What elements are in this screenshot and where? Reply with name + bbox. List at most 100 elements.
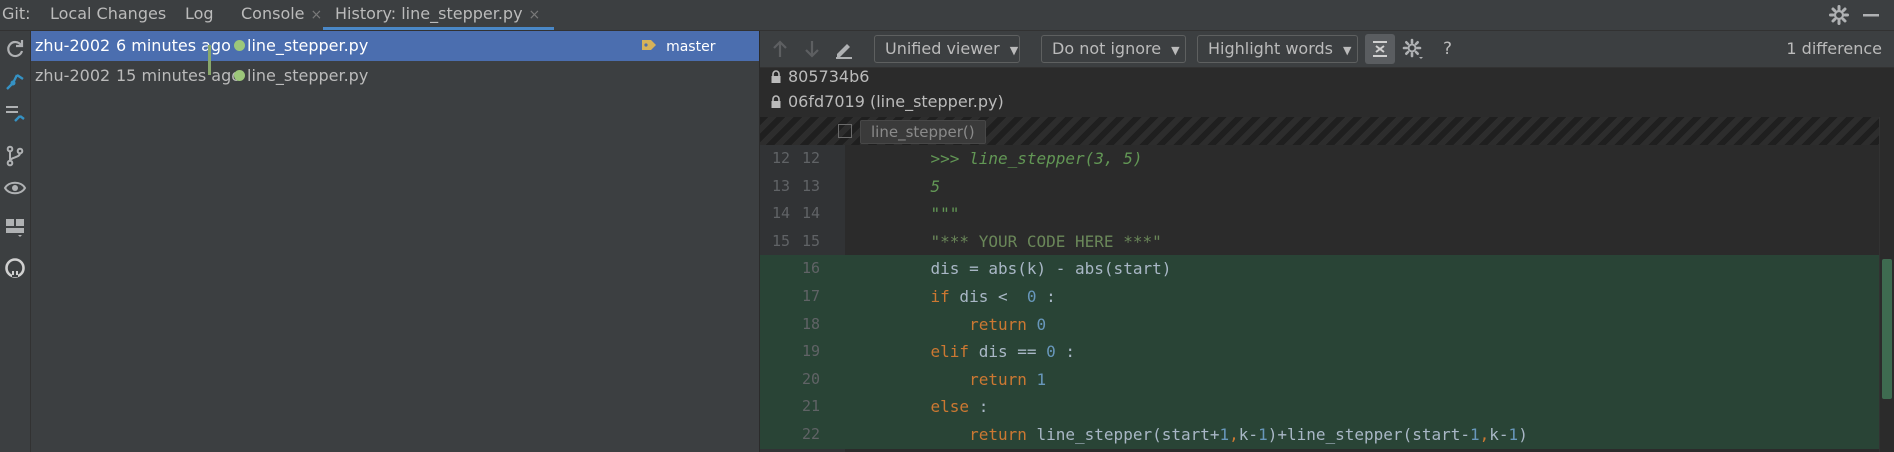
code-line[interactable]: 15 15 "*** YOUR CODE HERE ***" [760,228,1880,256]
code-line[interactable]: 19 elif dis == 0 : [760,338,1880,366]
code-line[interactable]: 12 12 >>> line_stepper(3, 5) [760,145,1880,173]
code-line[interactable]: 22 return line_stepper(start+1,k-1)+line… [760,420,1880,449]
commit-time: 6 minutes ago [116,36,231,55]
line-number-right: 15 [801,231,820,250]
code-token: , [1479,424,1490,444]
scrollbar-change-marker[interactable] [1882,259,1892,399]
minimize-icon[interactable] [1859,3,1883,27]
branch-icon[interactable] [3,144,27,168]
commit-list: zhu-2002 6 minutes ago line_stepper.py m… [31,31,760,452]
code-line[interactable]: 18 return 0 [760,310,1880,339]
code-line[interactable]: 16 dis = abs(k) - abs(start) [760,255,1880,283]
branch-tag: master [641,31,715,62]
commit-row[interactable]: zhu-2002 15 minutes ago line_stepper.py [31,61,759,91]
code-text: 5 [892,173,941,201]
code-editor[interactable]: 12 12 >>> line_stepper(3, 5) 13 13 5 14 14 ""… [760,145,1880,449]
dropdown-label: Do not ignore [1052,39,1162,58]
code-token: : [1055,342,1076,362]
code-token: k- [1238,424,1259,444]
code-token: 1 [1036,369,1047,389]
code-line[interactable]: 17 if dis < 0 : [760,282,1880,311]
code-token: return [969,314,1027,334]
code-token: )+line_stepper(start- [1267,424,1470,444]
viewer-dropdown[interactable]: Unified viewer ▼ [874,35,1020,63]
gear-icon[interactable] [1827,3,1851,27]
commit-graph-node [234,70,245,81]
code-token: , [1229,424,1239,444]
line-number-right: 14 [801,204,820,223]
code-token: 5 [930,176,941,196]
code-text: >>> line_stepper(3, 5) [892,145,1143,173]
line-number-right: 19 [801,342,820,361]
code-token: dis = abs(k) - abs(start) [892,259,1172,279]
edit-icon[interactable] [832,37,856,61]
revision-label: 805734b6 [788,67,870,86]
tab-log[interactable]: Log [185,0,214,30]
code-token: dis < [949,286,1027,306]
line-number-left: 14 [771,204,790,223]
line-number-right: 16 [801,259,820,278]
tab-local-changes[interactable]: Local Changes [50,0,166,30]
close-icon[interactable]: × [311,7,323,23]
git-label: Git: [2,4,31,23]
lock-icon [771,95,781,108]
settings-icon[interactable] [1401,37,1425,61]
code-line[interactable]: 20 return 1 [760,365,1880,394]
branch-name: master [666,39,716,55]
tab-console[interactable]: Console × [241,0,322,30]
chevron-down-icon: ▼ [1009,44,1019,57]
chevron-down-icon: ▼ [1171,44,1180,57]
code-line[interactable]: 21 else : [760,393,1880,421]
fold-icon[interactable] [838,124,852,138]
ignore-dropdown[interactable]: Do not ignore ▼ [1041,35,1186,63]
arrow-down-icon[interactable] [800,37,824,61]
code-token: dis == [969,342,1047,362]
tag-icon [642,40,656,50]
code-token: ) [1518,424,1528,444]
code-token: 1 [1470,424,1480,444]
tab-label: Console [241,4,305,23]
help-button[interactable]: ? [1443,31,1452,67]
refresh-icon[interactable] [3,37,27,61]
vertical-scrollbar[interactable] [1879,117,1894,452]
highlight-dropdown[interactable]: Highlight words ▼ [1197,35,1358,63]
tab-history[interactable]: History: line_stepper.py × [323,0,555,30]
commit-file: line_stepper.py [247,66,369,85]
layout-icon[interactable] [3,215,27,239]
code-token: 0 [1046,342,1056,362]
code-token: k- [1489,424,1509,444]
line-number-right: 17 [801,286,820,305]
breadcrumb-function[interactable]: line_stepper() [860,120,986,144]
collapse-unchanged-icon[interactable] [1365,34,1395,64]
eye-icon[interactable] [3,176,27,200]
line-number-left: 15 [771,231,790,250]
line-number-right: 20 [801,369,820,388]
revision-left: 805734b6 [770,64,869,90]
code-text: else : [892,393,989,421]
code-line[interactable]: 13 13 5 [760,173,1880,201]
arrow-up-icon[interactable] [768,37,792,61]
diff-toolbar: Unified viewer ▼ Do not ignore ▼ Highlight… [760,31,1894,68]
code-text: dis = abs(k) - abs(start) [892,255,1172,283]
close-icon[interactable]: × [529,7,541,23]
cherry-pick-icon[interactable] [3,69,27,93]
commit-file: line_stepper.py [247,36,369,55]
collapse-icon[interactable] [3,101,27,125]
code-token: else [930,397,970,417]
diff-panel: Unified viewer ▼ Do not ignore ▼ Highlight… [760,31,1894,452]
github-icon[interactable] [3,256,27,280]
code-token: >>> line_stepper(3, 5) [930,149,1143,168]
code-line[interactable]: 14 14 """ [760,200,1880,228]
commit-row[interactable]: zhu-2002 6 minutes ago line_stepper.py m… [31,31,759,61]
commit-author: zhu-2002 [35,36,111,55]
tab-label: Local Changes [50,4,167,23]
